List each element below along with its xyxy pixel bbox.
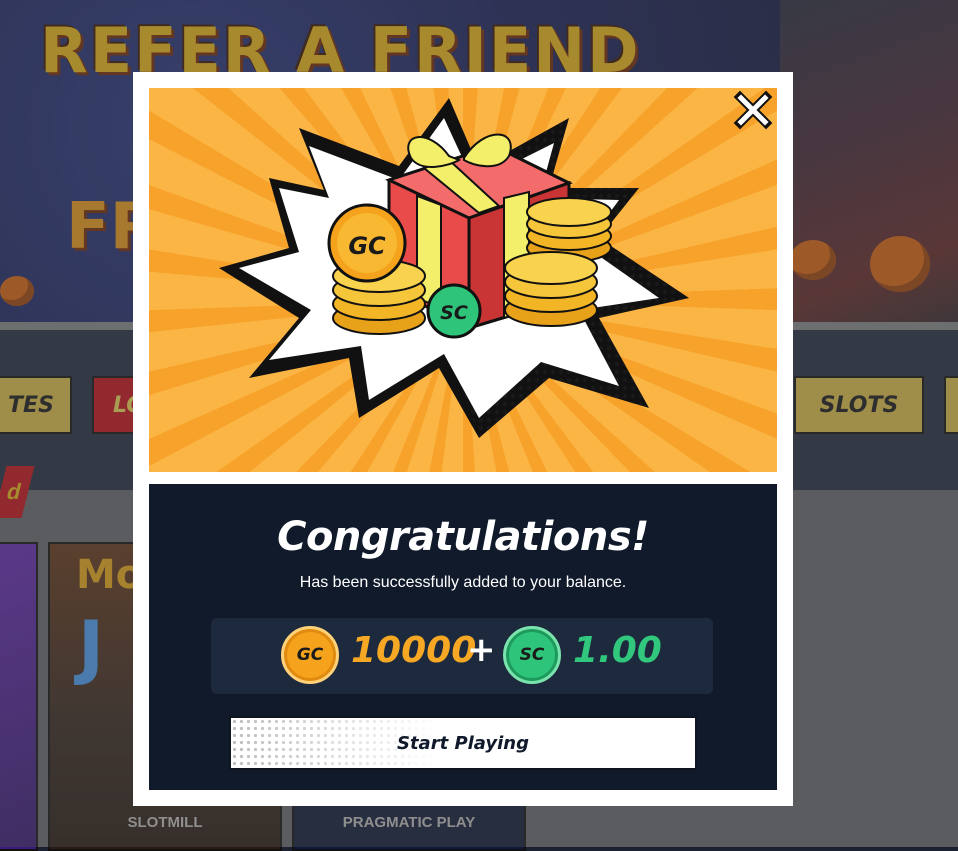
modal-title: Congratulations! xyxy=(277,514,649,560)
sc-label: SC xyxy=(519,645,545,665)
gold-coin-icon: GC xyxy=(281,626,339,684)
gift-coins-artwork: GC SC xyxy=(219,98,689,438)
reward-panel: Congratulations! Has been successfully a… xyxy=(149,484,777,790)
hero-sc-label: SC xyxy=(440,302,468,324)
reward-modal: GC SC Congratulations! Has been successf… xyxy=(133,72,793,806)
hero-gc-label: GC xyxy=(348,232,386,260)
plus-sign: + xyxy=(467,630,496,670)
modal-subtitle: Has been successfully added to your bala… xyxy=(299,574,627,591)
reward-summary: GC 10000 + SC 1.00 xyxy=(211,618,713,694)
start-playing-label: Start Playing xyxy=(396,732,530,754)
sweeps-coin-icon: SC xyxy=(503,626,561,684)
gc-amount: 10000 xyxy=(351,630,477,671)
gold-coin-icon: GC xyxy=(327,203,407,283)
gift-illustration: GC SC xyxy=(149,88,777,472)
coin-stack-icon xyxy=(504,251,598,327)
sweeps-coin-icon: SC xyxy=(426,283,482,339)
sc-amount: 1.00 xyxy=(573,630,662,671)
gc-label: GC xyxy=(296,645,324,665)
close-x-icon[interactable] xyxy=(733,90,773,130)
start-playing-button[interactable]: Start Playing xyxy=(229,716,697,770)
